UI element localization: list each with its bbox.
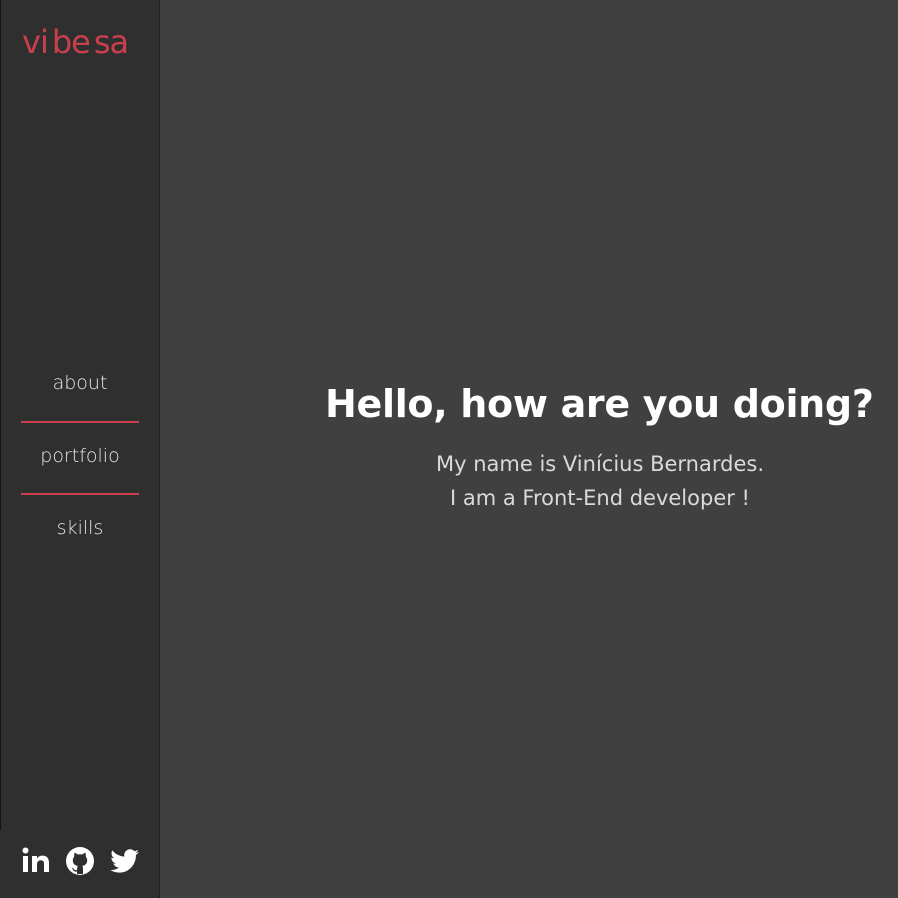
page: vi be sa about portfolio skills Hello, h…: [0, 0, 898, 898]
linkedin-icon[interactable]: [20, 844, 54, 878]
logo-part-sa: sa: [93, 23, 129, 61]
social-links: [20, 844, 142, 878]
sidebar-edge: [0, 0, 1, 830]
nav-divider: [21, 493, 139, 495]
nav-item-portfolio[interactable]: portfolio: [20, 445, 140, 467]
hero-intro-name: My name is Vinícius Bernardes.: [436, 452, 764, 476]
hero-section: Hello, how are you doing? My name is Vin…: [160, 0, 898, 898]
logo-part-be: be: [51, 23, 91, 61]
hero-title: Hello, how are you doing?: [325, 382, 874, 426]
hero-intro-role: I am a Front-End developer !: [450, 486, 750, 510]
sidebar: vi be sa about portfolio skills: [0, 0, 160, 898]
nav-item-skills[interactable]: skills: [20, 517, 140, 539]
logo-part-vi: vi: [22, 23, 49, 61]
github-icon[interactable]: [64, 844, 98, 878]
twitter-icon[interactable]: [108, 844, 142, 878]
nav-divider: [21, 421, 139, 423]
logo[interactable]: vi be sa: [22, 22, 129, 62]
nav-item-about[interactable]: about: [20, 372, 140, 394]
